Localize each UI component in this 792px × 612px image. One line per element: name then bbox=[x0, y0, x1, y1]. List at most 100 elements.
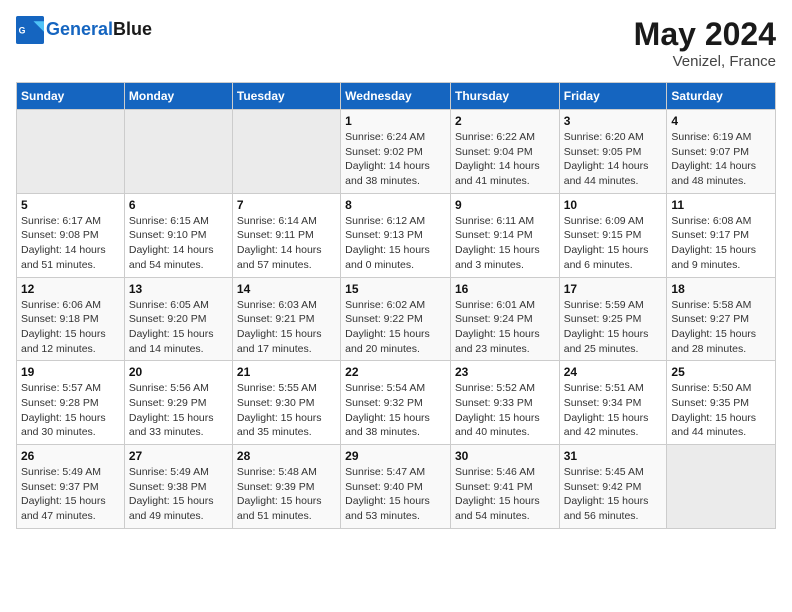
day-info: Sunrise: 5:55 AM Sunset: 9:30 PM Dayligh… bbox=[237, 381, 336, 440]
calendar-day-cell: 23Sunrise: 5:52 AM Sunset: 9:33 PM Dayli… bbox=[450, 361, 559, 445]
day-number: 3 bbox=[564, 114, 663, 128]
day-info: Sunrise: 6:22 AM Sunset: 9:04 PM Dayligh… bbox=[455, 130, 555, 189]
day-info: Sunrise: 6:14 AM Sunset: 9:11 PM Dayligh… bbox=[237, 214, 336, 273]
day-number: 23 bbox=[455, 365, 555, 379]
day-info: Sunrise: 6:15 AM Sunset: 9:10 PM Dayligh… bbox=[129, 214, 228, 273]
day-number: 31 bbox=[564, 449, 663, 463]
day-number: 4 bbox=[671, 114, 771, 128]
day-info: Sunrise: 6:09 AM Sunset: 9:15 PM Dayligh… bbox=[564, 214, 663, 273]
calendar-week-row: 1 Sunrise: 6:24 AM Sunset: 9:02 PM Daylig… bbox=[17, 110, 776, 194]
day-number: 8 bbox=[345, 198, 446, 212]
calendar-day-cell: 3Sunrise: 6:20 AM Sunset: 9:05 PM Daylig… bbox=[559, 110, 667, 194]
svg-text:G: G bbox=[19, 26, 26, 36]
calendar-day-cell bbox=[232, 110, 340, 194]
day-info: Sunrise: 5:50 AM Sunset: 9:35 PM Dayligh… bbox=[671, 381, 771, 440]
calendar-day-cell: 28 Sunrise: 5:48 AM Sunset: 9:39 PM Dayli… bbox=[232, 445, 340, 529]
calendar-day-cell: 24 Sunrise: 5:51 AM Sunset: 9:34 PM Dayli… bbox=[559, 361, 667, 445]
calendar-week-row: 12Sunrise: 6:06 AM Sunset: 9:18 PM Dayli… bbox=[17, 277, 776, 361]
header: G GeneralBlue May 2024 Venizel, France bbox=[16, 16, 776, 70]
logo-icon: G bbox=[16, 16, 44, 44]
day-number: 24 bbox=[564, 365, 663, 379]
day-number: 11 bbox=[671, 198, 771, 212]
day-info: Sunrise: 5:47 AM Sunset: 9:40 PM Dayligh… bbox=[345, 465, 446, 524]
day-number: 10 bbox=[564, 198, 663, 212]
day-info: Sunrise: 6:01 AM Sunset: 9:24 PM Dayligh… bbox=[455, 298, 555, 357]
weekday-header: Friday bbox=[559, 83, 667, 110]
day-number: 30 bbox=[455, 449, 555, 463]
day-info: Sunrise: 5:56 AM Sunset: 9:29 PM Dayligh… bbox=[129, 381, 228, 440]
day-info: Sunrise: 6:19 AM Sunset: 9:07 PM Dayligh… bbox=[671, 130, 771, 189]
calendar-day-cell: 14Sunrise: 6:03 AM Sunset: 9:21 PM Dayli… bbox=[232, 277, 340, 361]
day-number: 17 bbox=[564, 282, 663, 296]
logo-line1: General bbox=[46, 19, 113, 39]
calendar-week-row: 19Sunrise: 5:57 AM Sunset: 9:28 PM Dayli… bbox=[17, 361, 776, 445]
calendar-day-cell: 4 Sunrise: 6:19 AM Sunset: 9:07 PM Daylig… bbox=[667, 110, 776, 194]
calendar-day-cell: 2 Sunrise: 6:22 AM Sunset: 9:04 PM Daylig… bbox=[450, 110, 559, 194]
day-info: Sunrise: 6:06 AM Sunset: 9:18 PM Dayligh… bbox=[21, 298, 120, 357]
calendar-day-cell bbox=[667, 445, 776, 529]
day-number: 25 bbox=[671, 365, 771, 379]
calendar-day-cell: 8 Sunrise: 6:12 AM Sunset: 9:13 PM Daylig… bbox=[341, 193, 451, 277]
calendar-day-cell bbox=[124, 110, 232, 194]
day-info: Sunrise: 6:11 AM Sunset: 9:14 PM Dayligh… bbox=[455, 214, 555, 273]
day-info: Sunrise: 5:49 AM Sunset: 9:38 PM Dayligh… bbox=[129, 465, 228, 524]
calendar-week-row: 26 Sunrise: 5:49 AM Sunset: 9:37 PM Dayli… bbox=[17, 445, 776, 529]
calendar-day-cell: 11 Sunrise: 6:08 AM Sunset: 9:17 PM Dayli… bbox=[667, 193, 776, 277]
day-number: 7 bbox=[237, 198, 336, 212]
weekday-header-row: SundayMondayTuesdayWednesdayThursdayFrid… bbox=[17, 83, 776, 110]
calendar-day-cell: 6 Sunrise: 6:15 AM Sunset: 9:10 PM Daylig… bbox=[124, 193, 232, 277]
calendar-day-cell: 17Sunrise: 5:59 AM Sunset: 9:25 PM Dayli… bbox=[559, 277, 667, 361]
weekday-header: Tuesday bbox=[232, 83, 340, 110]
weekday-header: Thursday bbox=[450, 83, 559, 110]
day-number: 16 bbox=[455, 282, 555, 296]
weekday-header: Wednesday bbox=[341, 83, 451, 110]
calendar-day-cell: 7 Sunrise: 6:14 AM Sunset: 9:11 PM Daylig… bbox=[232, 193, 340, 277]
day-number: 20 bbox=[129, 365, 228, 379]
calendar-day-cell: 26 Sunrise: 5:49 AM Sunset: 9:37 PM Dayli… bbox=[17, 445, 125, 529]
day-info: Sunrise: 5:58 AM Sunset: 9:27 PM Dayligh… bbox=[671, 298, 771, 357]
calendar-day-cell: 27 Sunrise: 5:49 AM Sunset: 9:38 PM Dayli… bbox=[124, 445, 232, 529]
day-info: Sunrise: 5:54 AM Sunset: 9:32 PM Dayligh… bbox=[345, 381, 446, 440]
day-info: Sunrise: 5:48 AM Sunset: 9:39 PM Dayligh… bbox=[237, 465, 336, 524]
day-number: 6 bbox=[129, 198, 228, 212]
day-number: 2 bbox=[455, 114, 555, 128]
location: Venizel, France bbox=[634, 53, 776, 70]
day-info: Sunrise: 5:46 AM Sunset: 9:41 PM Dayligh… bbox=[455, 465, 555, 524]
day-number: 26 bbox=[21, 449, 120, 463]
calendar-day-cell: 21 Sunrise: 5:55 AM Sunset: 9:30 PM Dayli… bbox=[232, 361, 340, 445]
day-info: Sunrise: 6:05 AM Sunset: 9:20 PM Dayligh… bbox=[129, 298, 228, 357]
calendar-container: G GeneralBlue May 2024 Venizel, France S… bbox=[0, 0, 792, 545]
day-number: 27 bbox=[129, 449, 228, 463]
weekday-header: Monday bbox=[124, 83, 232, 110]
calendar-day-cell: 20 Sunrise: 5:56 AM Sunset: 9:29 PM Dayli… bbox=[124, 361, 232, 445]
day-info: Sunrise: 5:51 AM Sunset: 9:34 PM Dayligh… bbox=[564, 381, 663, 440]
day-number: 13 bbox=[129, 282, 228, 296]
weekday-header: Saturday bbox=[667, 83, 776, 110]
day-info: Sunrise: 5:49 AM Sunset: 9:37 PM Dayligh… bbox=[21, 465, 120, 524]
day-info: Sunrise: 6:24 AM Sunset: 9:02 PM Dayligh… bbox=[345, 130, 446, 189]
calendar-day-cell: 29 Sunrise: 5:47 AM Sunset: 9:40 PM Dayli… bbox=[341, 445, 451, 529]
title-block: May 2024 Venizel, France bbox=[634, 16, 776, 70]
calendar-table: SundayMondayTuesdayWednesdayThursdayFrid… bbox=[16, 82, 776, 529]
calendar-day-cell: 1 Sunrise: 6:24 AM Sunset: 9:02 PM Daylig… bbox=[341, 110, 451, 194]
day-info: Sunrise: 6:08 AM Sunset: 9:17 PM Dayligh… bbox=[671, 214, 771, 273]
day-info: Sunrise: 6:12 AM Sunset: 9:13 PM Dayligh… bbox=[345, 214, 446, 273]
day-info: Sunrise: 5:45 AM Sunset: 9:42 PM Dayligh… bbox=[564, 465, 663, 524]
day-number: 28 bbox=[237, 449, 336, 463]
day-number: 29 bbox=[345, 449, 446, 463]
day-number: 21 bbox=[237, 365, 336, 379]
day-info: Sunrise: 5:57 AM Sunset: 9:28 PM Dayligh… bbox=[21, 381, 120, 440]
calendar-day-cell: 31 Sunrise: 5:45 AM Sunset: 9:42 PM Dayli… bbox=[559, 445, 667, 529]
logo-text: GeneralBlue bbox=[46, 20, 152, 40]
day-info: Sunrise: 6:17 AM Sunset: 9:08 PM Dayligh… bbox=[21, 214, 120, 273]
calendar-day-cell: 16 Sunrise: 6:01 AM Sunset: 9:24 PM Dayli… bbox=[450, 277, 559, 361]
day-number: 9 bbox=[455, 198, 555, 212]
calendar-day-cell: 9 Sunrise: 6:11 AM Sunset: 9:14 PM Daylig… bbox=[450, 193, 559, 277]
calendar-day-cell: 22Sunrise: 5:54 AM Sunset: 9:32 PM Dayli… bbox=[341, 361, 451, 445]
calendar-week-row: 5Sunrise: 6:17 AM Sunset: 9:08 PM Daylig… bbox=[17, 193, 776, 277]
day-number: 18 bbox=[671, 282, 771, 296]
day-number: 1 bbox=[345, 114, 446, 128]
logo: G GeneralBlue bbox=[16, 16, 152, 44]
calendar-day-cell: 30 Sunrise: 5:46 AM Sunset: 9:41 PM Dayli… bbox=[450, 445, 559, 529]
calendar-day-cell: 10 Sunrise: 6:09 AM Sunset: 9:15 PM Dayli… bbox=[559, 193, 667, 277]
